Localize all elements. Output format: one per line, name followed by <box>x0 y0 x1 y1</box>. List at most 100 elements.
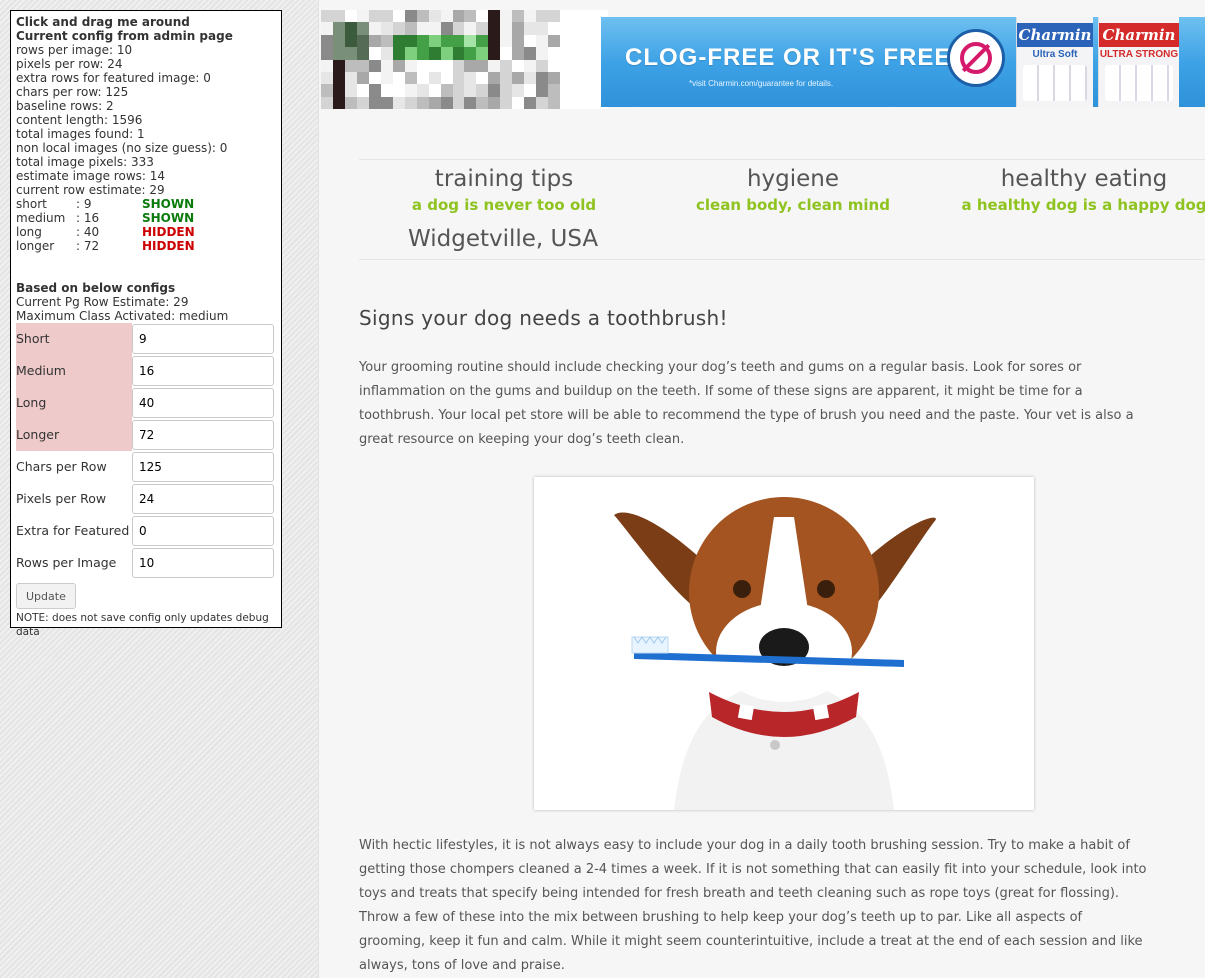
logo-pixel <box>476 96 489 109</box>
logo-pixel <box>380 96 393 109</box>
logo-pixel <box>380 71 393 85</box>
logo-pixel <box>548 34 561 48</box>
logo-pixel <box>536 34 549 48</box>
logo-pixel <box>488 10 501 23</box>
logo-pixel <box>464 47 477 60</box>
nav-item-training-tips[interactable]: training tips a dog is never too old <box>359 164 649 216</box>
class-name: short <box>16 197 47 211</box>
logo-pixel <box>500 84 513 97</box>
logo-pixel <box>536 96 549 109</box>
logo-pixel <box>321 34 333 48</box>
debug-panel[interactable]: Click and drag me around Current config … <box>10 10 282 638</box>
logo-pixel <box>584 71 597 85</box>
logo-pixel <box>560 59 573 72</box>
logo-pixel <box>524 10 537 23</box>
class-value: : 9 <box>76 197 92 211</box>
logo-pixel <box>380 84 393 97</box>
logo-pixel <box>512 10 525 23</box>
logo-pixel <box>464 34 477 48</box>
ad-banner[interactable]: CLOG-FREE OR IT'S FREE.* *visit Charmin.… <box>601 17 1205 107</box>
logo-pixel <box>572 59 585 72</box>
logo-pixel <box>476 59 489 72</box>
config-label: Chars per Row <box>16 459 107 474</box>
class-status-shown: SHOWN <box>142 211 195 225</box>
main-nav: training tips a dog is never too old hyg… <box>359 159 1205 260</box>
logo-pixel <box>584 22 597 35</box>
logo-pixel <box>368 22 381 35</box>
logo-pixel <box>440 71 453 85</box>
nav-item-hygiene[interactable]: hygiene clean body, clean mind <box>648 164 938 216</box>
logo-pixel <box>392 34 405 48</box>
logo-pixel <box>356 22 369 35</box>
logo-pixel <box>356 10 369 23</box>
logo-pixel <box>488 59 501 72</box>
logo-pixel <box>416 34 429 48</box>
logo-pixel <box>500 59 513 72</box>
logo-pixel <box>584 10 597 23</box>
logo-pixel <box>428 10 441 23</box>
pixelated-logo[interactable] <box>321 10 608 109</box>
logo-pixel <box>368 10 381 23</box>
update-button[interactable]: Update <box>16 583 76 609</box>
debug-config-title: Current config from admin page <box>16 29 233 43</box>
config-row-featured: Extra for Featured <box>16 515 276 547</box>
config-row-longer: Longer <box>16 419 276 451</box>
logo-pixel <box>440 59 453 72</box>
extra-featured-input[interactable] <box>132 516 274 546</box>
logo-pixel <box>356 59 369 72</box>
logo-pixel <box>500 10 513 23</box>
logo-pixel <box>584 96 597 109</box>
logo-pixel <box>512 59 525 72</box>
logo-pixel <box>321 71 333 85</box>
chars-per-row-input[interactable] <box>132 452 274 482</box>
logo-pixel <box>512 96 525 109</box>
pixels-per-row-input[interactable] <box>132 484 274 514</box>
logo-pixel <box>452 47 465 60</box>
logo-pixel <box>524 84 537 97</box>
ad-headline: CLOG-FREE OR IT'S FREE.* <box>625 44 970 71</box>
toilet-rolls-icon <box>1023 65 1087 101</box>
logo-pixel <box>428 96 441 109</box>
logo-pixel <box>392 59 405 72</box>
logo-pixel <box>536 47 549 60</box>
config-label: Extra for Featured <box>16 523 130 538</box>
logo-pixel <box>464 84 477 97</box>
class-name: medium <box>16 211 66 225</box>
config-label: Rows per Image <box>16 555 117 570</box>
logo-pixel <box>572 84 585 97</box>
nav-item-healthy-eating[interactable]: healthy eating a healthy dog is a happy … <box>939 164 1205 216</box>
class-status-list: short : 9 SHOWN medium : 16 SHOWN long :… <box>16 197 276 253</box>
longer-input[interactable] <box>132 420 274 450</box>
row-estimate: Current Pg Row Estimate: 29 <box>16 295 189 309</box>
medium-input[interactable] <box>132 356 274 386</box>
long-input[interactable] <box>132 388 274 418</box>
nav-title: training tips <box>434 166 574 192</box>
config-row-pixels: Pixels per Row <box>16 483 276 515</box>
stat-line: total image pixels: 333 <box>16 155 154 169</box>
logo-pixel <box>524 22 537 35</box>
product-pack-ultra-strong: Charmin ULTRA STRONG <box>1098 17 1179 107</box>
short-input[interactable] <box>132 324 274 354</box>
logo-pixel <box>536 22 549 35</box>
logo-pixel <box>392 71 405 85</box>
logo-pixel <box>416 22 429 35</box>
logo-pixel <box>428 84 441 97</box>
stat-line: rows per image: 10 <box>16 43 133 57</box>
logo-pixel <box>572 22 585 35</box>
logo-pixel <box>476 71 489 85</box>
logo-pixel <box>584 59 597 72</box>
logo-pixel <box>344 96 357 109</box>
logo-pixel <box>488 22 501 35</box>
logo-pixel <box>344 71 357 85</box>
rows-per-image-input[interactable] <box>132 548 274 578</box>
logo-pixel <box>440 10 453 23</box>
logo-pixel <box>321 84 333 97</box>
stat-line: baseline rows: 2 <box>16 99 114 113</box>
logo-pixel <box>560 71 573 85</box>
logo-pixel <box>500 96 513 109</box>
logo-pixel <box>536 84 549 97</box>
logo-pixel <box>416 84 429 97</box>
logo-pixel <box>356 71 369 85</box>
nav-title: hygiene <box>746 166 840 192</box>
logo-pixel <box>344 84 357 97</box>
